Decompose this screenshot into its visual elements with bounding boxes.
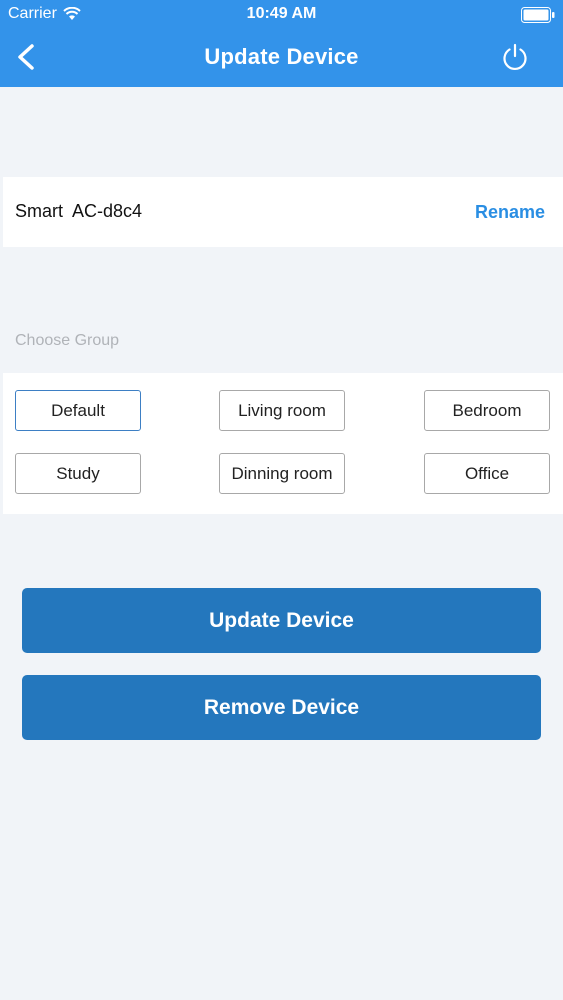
navigation-bar: Update Device [0,30,563,87]
status-bar: Carrier 10:49 AM [0,0,563,30]
device-name-row: Smart AC-d8c4 Rename [3,177,563,247]
device-name: Smart AC-d8c4 [15,201,143,221]
choose-group-label: Choose Group [15,332,120,349]
group-options-panel: Default Living room Bedroom Study Dinnin… [3,373,563,514]
update-device-button[interactable]: Update Device [22,588,541,653]
status-time: 10:49 AM [246,5,317,22]
battery-icon [521,7,555,23]
group-option-living-room[interactable]: Living room [219,390,345,431]
group-option-office[interactable]: Office [424,453,550,494]
group-option-dinning-room[interactable]: Dinning room [219,453,345,494]
remove-device-button[interactable]: Remove Device [22,675,541,740]
group-option-bedroom[interactable]: Bedroom [424,390,550,431]
page-title: Update Device [204,44,359,69]
app-header: Carrier 10:49 AM Update Device [0,0,563,87]
power-icon[interactable] [500,42,530,72]
group-option-study[interactable]: Study [15,453,141,494]
rename-button[interactable]: Rename [475,202,545,223]
group-option-default[interactable]: Default [15,390,141,431]
